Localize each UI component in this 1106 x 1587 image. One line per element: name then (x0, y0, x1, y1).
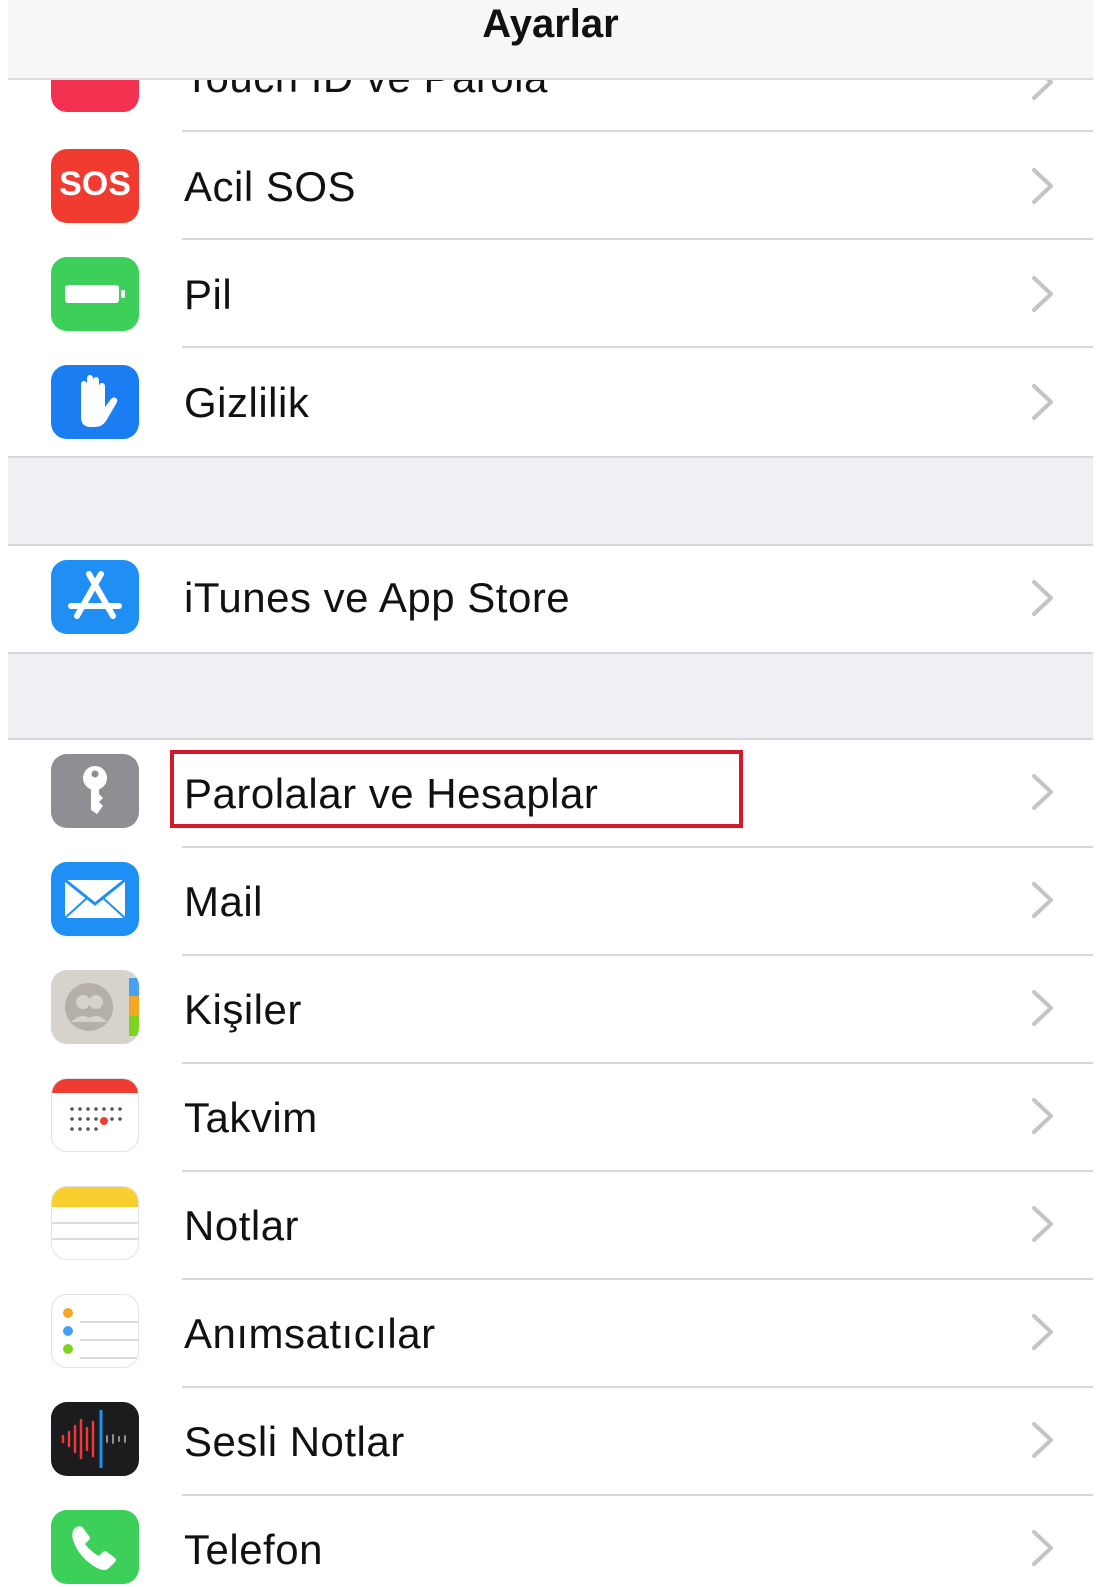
chevron-right-icon (1032, 1422, 1053, 1458)
section-gap (8, 652, 1093, 740)
chevron-right-icon (1032, 882, 1053, 918)
chevron-right-icon (1032, 1530, 1053, 1566)
settings-row-kisiler[interactable]: Kişiler (8, 956, 1093, 1064)
contacts-icon (51, 970, 139, 1044)
key-icon (51, 754, 139, 828)
settings-row-telefon[interactable]: Telefon (8, 1496, 1093, 1587)
chevron-right-icon (1032, 1206, 1053, 1242)
settings-row-label: Kişiler (184, 986, 302, 1033)
chevron-right-icon (1032, 580, 1053, 616)
settings-screen: Touch ID ve Parola SOS Acil SOS Pil G (8, 0, 1093, 1587)
chevron-right-icon (1032, 1314, 1053, 1350)
settings-row-label: Acil SOS (184, 163, 357, 210)
settings-row-label: Anımsatıcılar (184, 1310, 436, 1357)
phone-icon (51, 1510, 139, 1584)
settings-row-label: Pil (184, 271, 233, 318)
settings-row-label: Sesli Notlar (184, 1418, 405, 1465)
chevron-right-icon (1032, 168, 1053, 204)
notes-icon (51, 1186, 139, 1260)
sos-icon: SOS (51, 149, 139, 223)
section-gap (8, 456, 1093, 546)
chevron-right-icon (1032, 774, 1053, 810)
settings-row-acil-sos[interactable]: SOS Acil SOS (8, 132, 1093, 240)
settings-row-label: Takvim (184, 1094, 318, 1141)
app-store-icon (51, 560, 139, 634)
chevron-right-icon (1032, 276, 1053, 312)
battery-icon (51, 257, 139, 331)
settings-row-label: Mail (184, 878, 264, 925)
settings-row-label: iTunes ve App Store (184, 574, 571, 621)
highlight-box (170, 750, 743, 828)
settings-row-itunes-app-store[interactable]: iTunes ve App Store (8, 546, 1093, 652)
settings-row-label: Telefon (184, 1526, 323, 1573)
settings-row-label: Gizlilik (184, 379, 310, 426)
chevron-right-icon (1032, 384, 1053, 420)
sos-icon-text: SOS (59, 165, 131, 203)
calendar-icon (51, 1078, 139, 1152)
reminders-icon (51, 1294, 139, 1368)
envelope-icon (51, 862, 139, 936)
voice-memos-icon (51, 1402, 139, 1476)
settings-row-label: Notlar (184, 1202, 300, 1249)
settings-row-animsaticilar[interactable]: Anımsatıcılar (8, 1280, 1093, 1388)
settings-row-gizlilik[interactable]: Gizlilik (8, 348, 1093, 456)
hand-icon (51, 365, 139, 439)
page-title: Ayarlar (482, 2, 619, 46)
settings-row-mail[interactable]: Mail (8, 848, 1093, 956)
settings-row-pil[interactable]: Pil (8, 240, 1093, 348)
navigation-bar: Ayarlar (8, 0, 1093, 80)
chevron-right-icon (1032, 1098, 1053, 1134)
settings-row-takvim[interactable]: Takvim (8, 1064, 1093, 1172)
settings-row-sesli-notlar[interactable]: Sesli Notlar (8, 1388, 1093, 1496)
chevron-right-icon (1032, 990, 1053, 1026)
settings-row-notlar[interactable]: Notlar (8, 1172, 1093, 1280)
